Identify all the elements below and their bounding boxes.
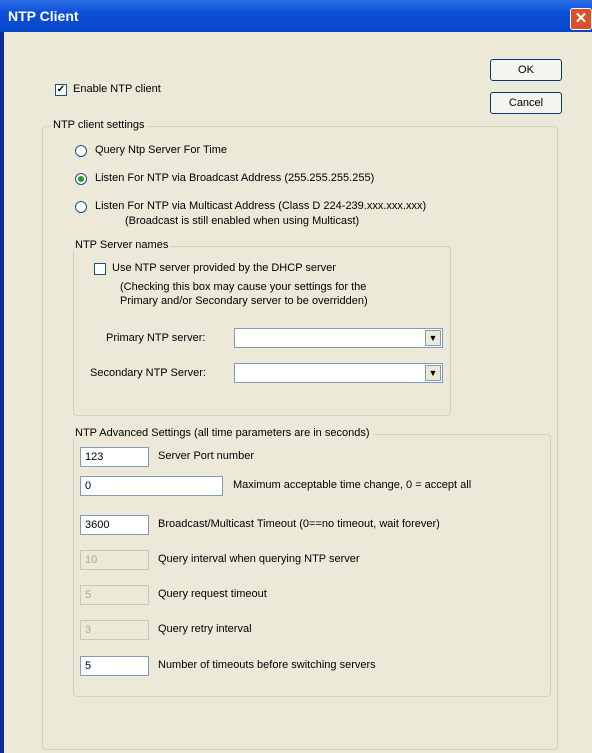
ntp-client-dialog: NTP Client ✕ OK Cancel ✓ Enable NTP clie… — [0, 0, 592, 753]
radio-multicast[interactable] — [75, 201, 87, 213]
primary-server-combo[interactable]: ▼ — [234, 328, 443, 348]
radio-multicast-label: Listen For NTP via Multicast Address (Cl… — [95, 200, 427, 212]
cancel-button[interactable]: Cancel — [490, 92, 562, 114]
max-time-change-label: Maximum acceptable time change, 0 = acce… — [233, 479, 472, 491]
query-request-timeout-input: 5 — [80, 585, 149, 605]
dhcp-note-line-2: Primary and/or Secondary server to be ov… — [120, 295, 368, 307]
ntp-client-settings-group: NTP client settings Query Ntp Server For… — [42, 119, 558, 750]
query-request-timeout-label: Query request timeout — [158, 588, 267, 600]
radio-broadcast-label: Listen For NTP via Broadcast Address (25… — [95, 172, 375, 184]
dhcp-note-line-1: (Checking this box may cause your settin… — [120, 281, 367, 293]
dhcp-server-label: Use NTP server provided by the DHCP serv… — [112, 262, 336, 274]
ntp-server-names-group: NTP Server names Use NTP server provided… — [73, 239, 451, 416]
query-interval-input: 10 — [80, 550, 149, 570]
title-bar[interactable]: NTP Client ✕ — [0, 0, 592, 32]
server-port-label: Server Port number — [158, 450, 254, 462]
max-time-change-input[interactable]: 0 — [80, 476, 223, 496]
broadcast-timeout-input[interactable]: 3600 — [80, 515, 149, 535]
enable-ntp-checkbox[interactable]: ✓ — [55, 84, 67, 96]
ntp-advanced-settings-group: NTP Advanced Settings (all time paramete… — [73, 427, 551, 697]
dhcp-server-checkbox[interactable] — [94, 263, 106, 275]
secondary-dropdown-button[interactable]: ▼ — [425, 365, 441, 381]
enable-ntp-label: Enable NTP client — [73, 83, 161, 95]
timeouts-before-switch-input[interactable]: 5 — [80, 656, 149, 676]
ok-button[interactable]: OK — [490, 59, 562, 81]
advanced-settings-legend: NTP Advanced Settings (all time paramete… — [73, 427, 372, 439]
radio-query-server[interactable] — [75, 145, 87, 157]
client-settings-legend: NTP client settings — [51, 119, 147, 131]
broadcast-timeout-label: Broadcast/Multicast Timeout (0==no timeo… — [158, 518, 440, 530]
checkmark-icon: ✓ — [56, 84, 66, 95]
secondary-server-label: Secondary NTP Server: — [90, 367, 206, 379]
server-port-input[interactable]: 123 — [80, 447, 149, 467]
dropdown-arrow-icon: ▼ — [428, 368, 438, 378]
secondary-server-combo[interactable]: ▼ — [234, 363, 443, 383]
query-interval-label: Query interval when querying NTP server — [158, 553, 360, 565]
query-retry-interval-label: Query retry interval — [158, 623, 252, 635]
multicast-note: (Broadcast is still enabled when using M… — [125, 215, 360, 227]
close-button[interactable]: ✕ — [570, 8, 592, 30]
close-icon: ✕ — [574, 10, 588, 27]
dropdown-arrow-icon: ▼ — [428, 333, 438, 343]
radio-query-server-label: Query Ntp Server For Time — [95, 144, 228, 156]
timeouts-before-switch-label: Number of timeouts before switching serv… — [158, 659, 376, 671]
dialog-body: OK Cancel ✓ Enable NTP client NTP client… — [4, 32, 592, 753]
query-retry-interval-input: 3 — [80, 620, 149, 640]
server-names-legend: NTP Server names — [73, 239, 171, 251]
window-title: NTP Client — [8, 8, 79, 24]
primary-server-label: Primary NTP server: — [106, 332, 206, 344]
radio-broadcast[interactable] — [75, 173, 87, 185]
primary-dropdown-button[interactable]: ▼ — [425, 330, 441, 346]
